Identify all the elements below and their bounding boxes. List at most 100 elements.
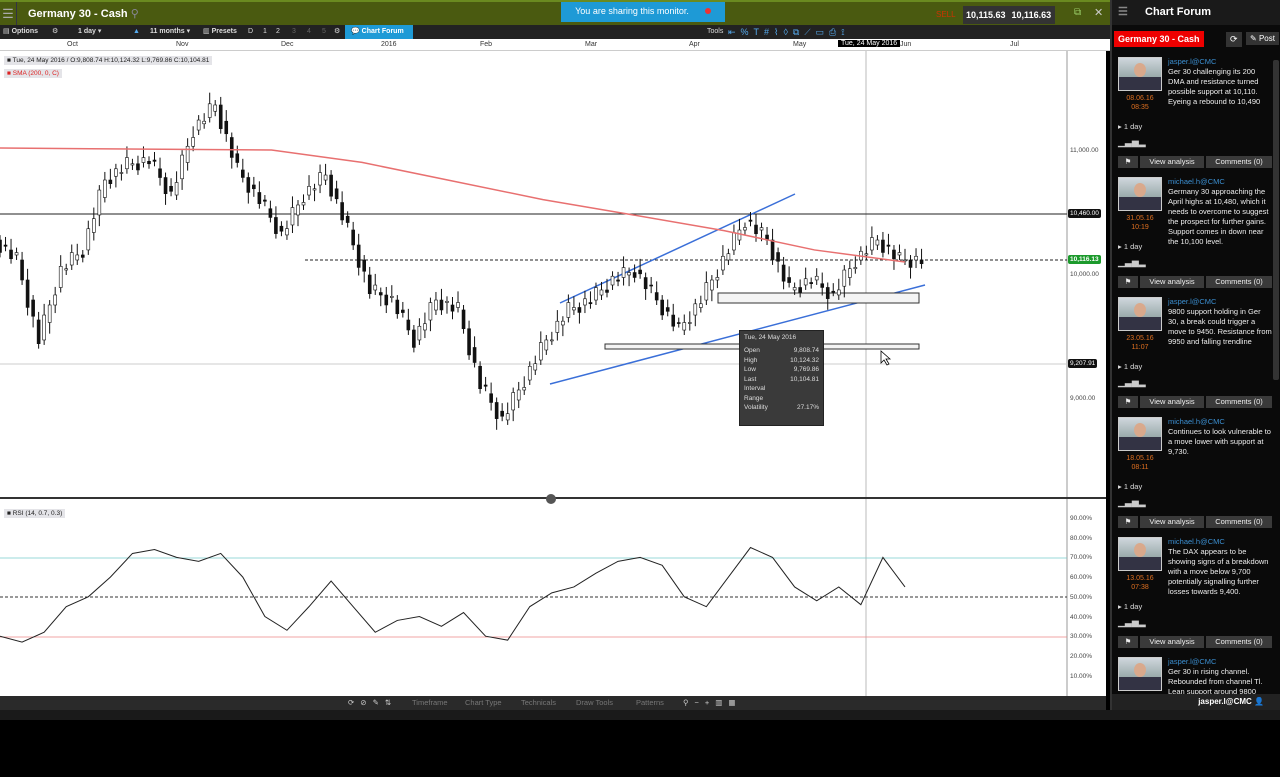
flag-icon[interactable]: ⚑	[1118, 276, 1138, 288]
post-author[interactable]: jasper.l@CMC	[1168, 657, 1216, 666]
author-avatar[interactable]	[1118, 537, 1162, 571]
author-avatar[interactable]	[1118, 297, 1162, 331]
price-chart-svg[interactable]	[0, 51, 1106, 696]
view-analysis-button[interactable]: View analysis	[1140, 156, 1204, 168]
post-author[interactable]: michael.h@CMC	[1168, 417, 1225, 426]
search-icon[interactable]: ⚲	[131, 8, 139, 20]
instrument-title-text: Germany 30 - Cash	[28, 8, 128, 20]
comments-button[interactable]: Comments (0)	[1206, 516, 1272, 528]
candle	[643, 277, 648, 290]
post-interval[interactable]: ▸ 1 day	[1118, 602, 1142, 611]
instrument-title[interactable]: Germany 30 - Cash ⚲	[28, 7, 139, 20]
author-avatar[interactable]	[1118, 657, 1162, 691]
preset-5[interactable]: 5	[322, 25, 326, 39]
price-quote[interactable]: 10,115.63 10,116.63	[963, 6, 1055, 24]
preset-2[interactable]: 2	[276, 25, 280, 39]
panel-menu-icon[interactable]: ☰	[1118, 5, 1128, 18]
drawing-tool-icons[interactable]: ⇤%T#⌇◊⧉⟋▭⎙⟟	[728, 25, 850, 39]
tab-technicals[interactable]: Technicals	[521, 696, 556, 710]
post-button[interactable]: ✎ Post	[1246, 32, 1279, 45]
chart-thumbnail-icon[interactable]: ▁▃▅▂	[1118, 257, 1146, 268]
mouse-cursor-icon	[880, 350, 892, 366]
current-price-tag: 10,116.13	[1068, 255, 1101, 264]
post-author[interactable]: jasper.l@CMC	[1168, 297, 1216, 306]
post-interval[interactable]: ▸ 1 day	[1118, 122, 1142, 131]
preset-settings-icon[interactable]: ⚙	[334, 25, 340, 39]
candle	[588, 302, 593, 305]
zoom-controls[interactable]: ⚲−+▥▦	[683, 696, 741, 710]
chart-area[interactable]: ■ Tue, 24 May 2016 / O:9,808.74 H:10,124…	[0, 51, 1106, 696]
view-analysis-button[interactable]: View analysis	[1140, 516, 1204, 528]
tooltip-row: Open 9,808.74	[744, 346, 819, 356]
post-author[interactable]: michael.h@CMC	[1168, 537, 1225, 546]
view-analysis-button[interactable]: View analysis	[1140, 636, 1204, 648]
ask-price[interactable]: 10,116.63	[1012, 10, 1052, 20]
comments-button[interactable]: Comments (0)	[1206, 636, 1272, 648]
candle	[842, 269, 847, 287]
tooltip-value: 27.17%	[796, 404, 819, 411]
time-label: Oct	[67, 41, 78, 48]
refresh-button[interactable]: ⟳	[1226, 32, 1242, 47]
preset-4[interactable]: 4	[307, 25, 311, 39]
chart-forum-button[interactable]: 💬 Chart Forum	[345, 25, 413, 39]
close-icon[interactable]: ✕	[1094, 6, 1103, 19]
candle	[638, 269, 642, 275]
stop-sharing-icon[interactable]	[704, 8, 711, 14]
bottom-tool-icons[interactable]: ⟳⊘✎⇅	[348, 696, 397, 710]
pane-resize-handle[interactable]	[546, 494, 556, 504]
post-date: 31.05.16 10:19	[1118, 214, 1162, 232]
candle	[754, 224, 758, 235]
options-button[interactable]: ▤ Options	[3, 25, 38, 39]
bid-price[interactable]: 10,115.63	[966, 10, 1006, 20]
current-user[interactable]: jasper.l@CMC	[1198, 697, 1252, 706]
comments-button[interactable]: Comments (0)	[1206, 156, 1272, 168]
sma-legend[interactable]: ■ SMA (200, 0, C)	[4, 69, 62, 78]
tab-draw-tools[interactable]: Draw Tools	[576, 696, 613, 710]
flag-icon[interactable]: ⚑	[1118, 156, 1138, 168]
comments-button[interactable]: Comments (0)	[1206, 396, 1272, 408]
interval-select[interactable]: 1 day ▾	[78, 25, 128, 39]
detach-icon[interactable]: ⧉	[1074, 7, 1081, 18]
post-author[interactable]: michael.h@CMC	[1168, 177, 1225, 186]
panel-scrollbar[interactable]	[1273, 60, 1279, 380]
candle	[423, 323, 427, 331]
post-interval[interactable]: ▸ 1 day	[1118, 482, 1142, 491]
post-interval[interactable]: ▸ 1 day	[1118, 242, 1142, 251]
chart-thumbnail-icon[interactable]: ▁▃▅▂	[1118, 497, 1146, 508]
author-avatar[interactable]	[1118, 177, 1162, 211]
tab-timeframe[interactable]: Timeframe	[412, 696, 448, 710]
view-analysis-button[interactable]: View analysis	[1140, 276, 1204, 288]
range-select[interactable]: 11 months ▾	[150, 25, 190, 39]
candle	[715, 277, 720, 281]
bottom-toolbar: ⟳⊘✎⇅ Timeframe Chart Type Technicals Dra…	[0, 696, 1106, 710]
view-analysis-button[interactable]: View analysis	[1140, 396, 1204, 408]
flag-icon[interactable]: ⚑	[1118, 516, 1138, 528]
tab-patterns[interactable]: Patterns	[636, 696, 664, 710]
rsi-legend[interactable]: ■ RSI (14, 0.7, 0.3)	[4, 509, 66, 518]
user-icon[interactable]: 👤	[1254, 697, 1264, 706]
preset-1[interactable]: 1	[263, 25, 267, 39]
chart-thumbnail-icon[interactable]: ▁▃▅▂	[1118, 377, 1146, 388]
author-avatar[interactable]	[1118, 57, 1162, 91]
comments-button[interactable]: Comments (0)	[1206, 276, 1272, 288]
author-avatar[interactable]	[1118, 417, 1162, 451]
trendline-upper[interactable]	[559, 193, 796, 304]
time-label: Feb	[480, 41, 493, 48]
preset-d[interactable]: D	[248, 25, 253, 39]
chart-thumbnail-icon[interactable]: ▁▃▅▂	[1118, 617, 1146, 628]
post-author[interactable]: jasper.l@CMC	[1168, 57, 1216, 66]
sell-label[interactable]: SELL	[936, 10, 956, 19]
presets-button[interactable]: ▥ Presets	[203, 25, 237, 39]
support-zone-box[interactable]	[717, 292, 920, 304]
settings-icon[interactable]: ⚙	[52, 25, 58, 39]
chart-thumbnail-icon[interactable]: ▁▃▅▂	[1118, 137, 1146, 148]
instrument-tag[interactable]: Germany 30 - Cash	[1114, 31, 1204, 47]
preset-3[interactable]: 3	[292, 25, 296, 39]
candle	[456, 302, 460, 308]
flag-icon[interactable]: ⚑	[1118, 636, 1138, 648]
flag-icon[interactable]: ⚑	[1118, 396, 1138, 408]
tab-chart-type[interactable]: Chart Type	[465, 696, 502, 710]
post-interval[interactable]: ▸ 1 day	[1118, 362, 1142, 371]
candle	[781, 264, 786, 282]
menu-icon[interactable]: ☰	[0, 2, 17, 27]
